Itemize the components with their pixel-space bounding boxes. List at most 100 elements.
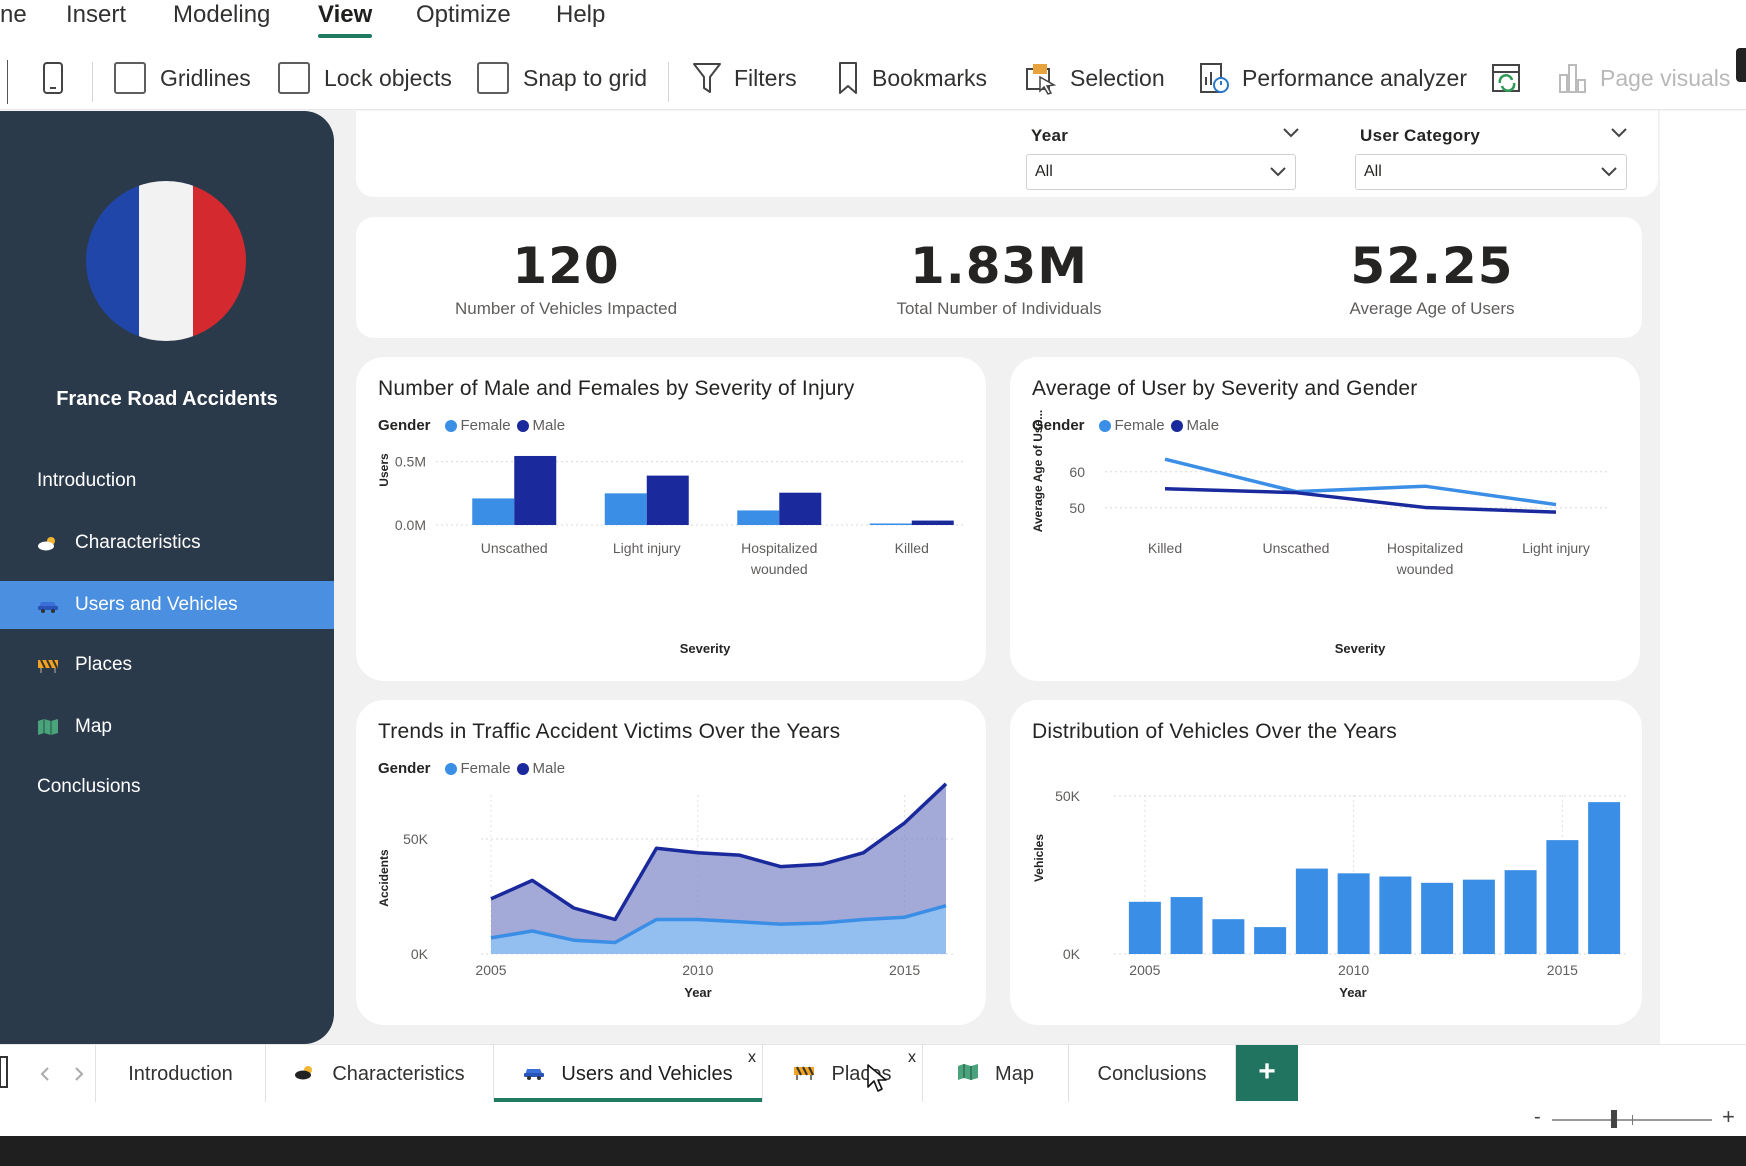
chevron-down-icon[interactable] [1610,127,1628,139]
tab-introduction[interactable]: Introduction [96,1045,266,1103]
ribbon-separator [92,62,93,102]
y-tick-label: 0.0M [395,517,426,533]
car-icon [523,1064,545,1085]
legend-male-label: Male [532,417,566,434]
chevron-right-icon[interactable] [74,1067,84,1081]
menu-help[interactable]: Help [556,0,605,40]
chevron-down-icon[interactable] [1282,127,1300,139]
y-tick-label: 50K [403,831,429,847]
legend-female-dot [444,419,457,432]
menu-modeling[interactable]: Modeling [173,0,270,40]
x-axis-title: Year [1339,985,1366,1000]
bar-male [779,492,822,525]
chart-card-gender-severity[interactable]: 0.0M 0.5M Users Unscathed Light injury Hospit… [356,357,986,681]
sidebar-item-users-and-vehicles[interactable]: Users and Vehicles [0,581,334,629]
mobile-layout-button[interactable] [40,58,78,98]
ribbon: Gridlines Lock objects Snap to grid Filt… [0,48,1746,110]
selection-icon [1026,64,1057,95]
chart-title: Number of Male and Females by Severity o… [378,377,855,400]
user-category-dropdown[interactable]: All [1355,154,1627,190]
tab-label: Introduction [128,1062,233,1085]
performance-analyzer-label: Performance analyzer [1242,64,1467,91]
legend-male-dot [1170,419,1183,432]
sidebar: France Road Accidents Introduction Chara… [0,111,334,1044]
y-tick-label: 50 [1069,500,1085,516]
tab-places[interactable]: Places x [763,1045,923,1103]
menu-view[interactable]: View [318,0,373,40]
sidebar-item-label: Places [75,654,133,675]
flag-stripe-blue [86,181,140,341]
kpi-label: Average Age of Users [1349,299,1515,318]
bar-female [869,523,912,525]
bar-female [472,498,515,525]
ribbon-edge [7,60,8,104]
close-icon[interactable]: x [748,1049,756,1067]
selection-button[interactable]: Selection [1024,58,1165,98]
slicer-card: Year All User Category All [356,111,1658,197]
zoom-out-button[interactable]: - [1534,1106,1541,1129]
sidebar-item-introduction[interactable]: Introduction [0,457,334,505]
bar-male [911,520,954,525]
bookmarks-button[interactable]: Bookmarks [836,58,987,98]
zoom-slider-thumb[interactable] [1611,1110,1617,1128]
sidebar-item-map[interactable]: Map [0,703,334,751]
performance-analyzer-button[interactable]: Performance analyzer [1198,58,1467,98]
tab-users-and-vehicles[interactable]: Users and Vehicles x [494,1045,763,1103]
x-tick-label: Hospitalized [741,540,817,556]
sidebar-item-characteristics[interactable]: Characteristics [0,519,334,567]
x-tick-label: wounded [750,561,808,577]
kpi-label: Number of Vehicles Impacted [454,299,678,318]
france-flag-icon [86,181,246,341]
x-axis-title: Year [684,985,711,1000]
gridlines-label: Gridlines [160,64,251,91]
chart-vehicles-over-years: 0K 50K Vehicles 2005 2010 2015 Year [1032,788,1628,1000]
menu-home[interactable]: ne [0,0,27,40]
chart-card-age-severity[interactable]: 50 60 Average Age of Use... Killed Unscathed… [1010,357,1640,681]
sidebar-item-label: Conclusions [37,776,141,797]
ribbon-edge [1736,48,1746,82]
x-axis-title: Severity [680,641,731,656]
snap-to-grid-checkbox[interactable]: Snap to grid [477,58,647,98]
kpi-value: 120 [512,237,620,295]
bar-female [737,510,780,525]
page-visuals-button[interactable]: Page visuals [1556,58,1730,98]
tab-characteristics[interactable]: Characteristics [266,1045,494,1103]
y-tick-label: 0K [1063,946,1081,962]
sync-slicers-button[interactable] [1490,58,1536,98]
bar-vehicles [1462,879,1495,954]
chart-card-victims-trend[interactable]: 0K 50K 2005 2010 2015 Accidents Year Trends in… [356,700,986,1025]
x-tick-label: Killed [895,540,929,556]
add-page-button[interactable]: + [1236,1045,1298,1101]
chart-legend: Gender Female Male [1032,417,1219,434]
tab-conclusions[interactable]: Conclusions [1069,1045,1236,1103]
bar-vehicles [1212,919,1245,954]
x-tick-label: Killed [1148,540,1182,556]
sidebar-item-conclusions[interactable]: Conclusions [0,763,334,811]
zoom-in-button[interactable]: + [1722,1104,1735,1130]
x-axis-title: Severity [1335,641,1386,656]
sidebar-item-label: Users and Vehicles [75,594,238,615]
sidebar-title: France Road Accidents [56,388,278,410]
menu-insert[interactable]: Insert [66,0,126,40]
close-icon[interactable]: x [908,1049,916,1067]
lock-objects-checkbox[interactable]: Lock objects [278,58,452,98]
bar-male [646,475,689,525]
filters-button[interactable]: Filters [692,58,797,98]
bookmark-icon [839,62,857,94]
tab-map[interactable]: Map [923,1045,1069,1103]
sync-slicers-icon [1492,64,1520,92]
tab-scroll-edge-icon [0,1056,8,1088]
menu-optimize[interactable]: Optimize [416,0,511,40]
gridlines-checkbox[interactable]: Gridlines [114,58,251,98]
legend-male-label: Male [1186,417,1220,434]
line-male [1164,486,1557,514]
x-tick-label: 2005 [1129,962,1160,978]
user-category-slicer-label: User Category [1360,126,1481,145]
checkbox-icon [477,62,509,94]
chart-card-vehicles-distribution[interactable]: 0K 50K Vehicles 2005 2010 2015 Year Distributi… [1010,700,1642,1025]
legend-title: Gender [1032,417,1085,434]
menu-bar: ne Insert Modeling View Optimize Help [0,0,1746,44]
year-dropdown[interactable]: All [1026,154,1296,190]
sidebar-item-places[interactable]: Places [0,641,334,689]
chevron-left-icon[interactable] [40,1067,50,1081]
